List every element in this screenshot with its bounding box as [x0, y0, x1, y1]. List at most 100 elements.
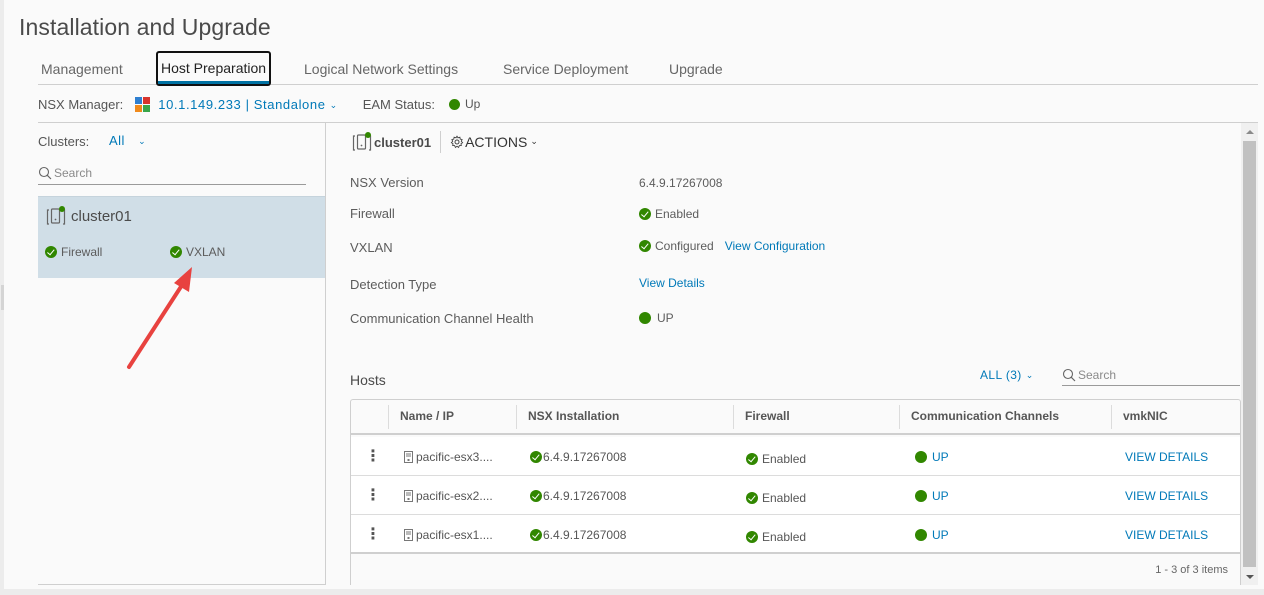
firewall-cell: Enabled: [746, 517, 806, 556]
actions-label: ACTIONS: [465, 134, 528, 150]
hosts-search: [1062, 364, 1240, 386]
status-dot-icon: [639, 312, 651, 324]
hosts-filter-value: ALL (3): [980, 368, 1022, 382]
column-header-communication-channels[interactable]: Communication Channels: [899, 400, 1059, 435]
status-dot-icon: [915, 450, 927, 463]
bottom-bar: [0, 589, 1264, 595]
status-dot-icon: [448, 98, 460, 110]
table-row: ⋮ pacific-esx2.... 6.4.9.17267008 Enable…: [351, 476, 1240, 515]
tab-management[interactable]: Management: [38, 52, 126, 85]
nsx-version-value: 6.4.9.17267008: [639, 176, 722, 190]
vxlan-value: Configured View Configuration: [639, 239, 825, 253]
nsx-manager-value: 10.1.149.233 | Standalone: [158, 96, 326, 112]
firewall-cell: Enabled: [746, 439, 806, 478]
nsx-manager-label: NSX Manager:: [38, 96, 124, 112]
search-icon: [1062, 368, 1076, 381]
clusters-filter-value: All: [109, 133, 125, 148]
scroll-down-button[interactable]: [1241, 568, 1258, 585]
nsx-version-label: NSX Version: [350, 175, 424, 190]
detection-type-value: View Details: [639, 276, 705, 290]
scroll-up-button[interactable]: [1241, 123, 1258, 140]
server-icon: [404, 528, 413, 541]
cluster-firewall-status: Firewall: [45, 245, 102, 259]
comm-channel-health-label: Communication Channel Health: [350, 311, 534, 326]
scroll-thumb[interactable]: [1243, 141, 1256, 567]
vmknic-cell: VIEW DETAILS: [1125, 476, 1208, 515]
chevron-down-icon: ⌄: [530, 135, 538, 146]
firewall-label: Firewall: [350, 206, 395, 221]
clusters-panel: Clusters: All ⌄ cluster01 Firewall: [38, 123, 326, 585]
view-details-link[interactable]: View Details: [639, 276, 705, 290]
vertical-scrollbar[interactable]: [1241, 123, 1258, 585]
cluster-card[interactable]: cluster01 Firewall VXLAN: [38, 196, 325, 278]
status-dot-icon: [915, 528, 927, 541]
server-icon: [404, 450, 413, 463]
row-actions-kebab-icon[interactable]: ⋮: [365, 515, 381, 554]
column-header-nsx-installation[interactable]: NSX Installation: [516, 400, 619, 435]
tab-logical-network-settings[interactable]: Logical Network Settings: [301, 52, 461, 85]
status-label: VXLAN: [186, 245, 226, 259]
comm-channels-cell: UP: [915, 437, 949, 476]
vmknic-view-details-link[interactable]: VIEW DETAILS: [1125, 528, 1208, 542]
check-circle-icon: [746, 452, 758, 465]
clusters-search: [38, 161, 306, 185]
vmknic-view-details-link[interactable]: VIEW DETAILS: [1125, 489, 1208, 503]
chevron-down-icon: ⌄: [329, 99, 338, 110]
row-actions-kebab-icon[interactable]: ⋮: [365, 437, 381, 476]
vmknic-view-details-link[interactable]: VIEW DETAILS: [1125, 450, 1208, 464]
row-actions-kebab-icon[interactable]: ⋮: [365, 476, 381, 515]
hosts-search-input[interactable]: [1078, 367, 1228, 382]
comm-status-link[interactable]: UP: [932, 489, 949, 503]
nsx-manager-selector[interactable]: 10.1.149.233 | Standalone ⌄: [158, 97, 337, 112]
cluster-icon: [46, 206, 66, 225]
tab-service-deployment[interactable]: Service Deployment: [500, 52, 631, 85]
host-name: pacific-esx3....: [416, 449, 493, 464]
check-circle-icon: [530, 489, 542, 502]
detail-header: cluster01 ACTIONS ⌄: [352, 131, 538, 153]
arrow-down-icon: [1245, 574, 1254, 579]
detection-type-label: Detection Type: [350, 277, 437, 292]
column-header-name[interactable]: Name / IP: [388, 400, 454, 435]
value-text: Enabled: [655, 207, 700, 221]
clusters-search-input[interactable]: [54, 165, 274, 180]
divider: [440, 131, 442, 153]
divider: [351, 552, 1240, 554]
clusters-filter-dropdown[interactable]: All ⌄: [109, 133, 146, 148]
cluster-detail-panel: cluster01 ACTIONS ⌄ NSX Version 6.4.9.17…: [327, 123, 1241, 585]
eam-status-value: Up: [464, 97, 481, 111]
hosts-table: Name / IP NSX Installation Firewall Comm…: [350, 399, 1241, 585]
tab-upgrade[interactable]: Upgrade: [666, 52, 726, 85]
host-name-cell[interactable]: pacific-esx2....: [404, 476, 493, 515]
nsx-version: 6.4.9.17267008: [543, 488, 627, 503]
hosts-filter-dropdown[interactable]: ALL (3) ⌄: [980, 368, 1034, 382]
host-name: pacific-esx2....: [416, 488, 493, 503]
gear-icon: [450, 135, 464, 149]
comm-channels-cell: UP: [915, 515, 949, 554]
firewall-status: Enabled: [762, 451, 807, 466]
check-circle-icon: [530, 528, 542, 541]
comm-status-link[interactable]: UP: [932, 450, 949, 464]
table-header: Name / IP NSX Installation Firewall Comm…: [351, 400, 1240, 435]
tab-bar: Management Host Preparation Logical Netw…: [38, 51, 1258, 86]
column-header-firewall[interactable]: Firewall: [733, 400, 790, 435]
table-row: ⋮ pacific-esx3.... 6.4.9.17267008 Enable…: [351, 437, 1240, 476]
host-name-cell[interactable]: pacific-esx1....: [404, 515, 493, 554]
check-circle-icon: [530, 450, 542, 463]
column-header-vmknic[interactable]: vmkNIC: [1111, 400, 1168, 435]
host-name-cell[interactable]: pacific-esx3....: [404, 437, 493, 476]
view-configuration-link[interactable]: View Configuration: [725, 239, 826, 253]
value-text: Configured: [655, 239, 714, 253]
nsx-installation-cell: 6.4.9.17267008: [530, 515, 626, 554]
chevron-down-icon: ⌄: [1025, 370, 1034, 380]
firewall-cell: Enabled: [746, 478, 806, 517]
pagination-summary: 1 - 3 of 3 items: [1155, 564, 1228, 576]
comm-status-link[interactable]: UP: [932, 528, 949, 542]
vmknic-cell: VIEW DETAILS: [1125, 437, 1208, 476]
left-scroll-handle[interactable]: [1, 285, 4, 310]
detail-cluster-name: cluster01: [374, 134, 432, 150]
value-text: 6.4.9.17267008: [639, 176, 723, 190]
tab-host-preparation[interactable]: Host Preparation: [156, 51, 272, 86]
check-circle-icon: [639, 240, 651, 252]
page-title: Installation and Upgrade: [19, 14, 271, 40]
actions-button[interactable]: ACTIONS ⌄: [450, 134, 538, 150]
